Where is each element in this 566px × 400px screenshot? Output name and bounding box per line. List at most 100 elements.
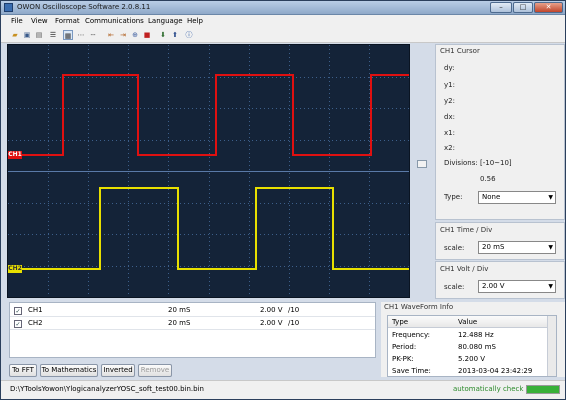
waveform-info-table: Type Value Frequency: 12.488 Hz Period: …	[387, 315, 557, 377]
to-mathematics-button[interactable]: To Mathematics	[40, 364, 98, 377]
vertical-scrollbar[interactable]	[547, 316, 556, 376]
table-header: Type Value	[388, 316, 548, 328]
info-type: PK-PK:	[392, 355, 414, 363]
menu-help[interactable]: Help	[187, 17, 203, 25]
ch2-trace	[20, 187, 409, 270]
x1-label: x1:	[444, 129, 455, 137]
progress-fill	[527, 386, 559, 393]
app-icon	[4, 3, 13, 12]
channel-table: ✓ CH1 20 mS 2.00 V /10 ✓ CH2 20 mS 2.00 …	[9, 302, 376, 358]
volt-scale-label: scale:	[444, 283, 465, 291]
table-row: Period: 80.080 mS	[388, 341, 548, 353]
cursor-left-icon[interactable]: ⇤	[106, 30, 116, 40]
ch1-level-marker[interactable]: CH1	[8, 151, 22, 159]
channel-name: CH1	[28, 306, 43, 314]
close-button[interactable]: ✕	[534, 2, 563, 13]
save-icon[interactable]: ▣	[22, 30, 32, 40]
info-value: 5.200 V	[458, 355, 486, 363]
y1-label: y1:	[444, 81, 455, 89]
window-title: OWON Oscilloscope Software 2.0.8.11	[17, 3, 151, 11]
status-bar: D:\YToolsYowon\YlogicanalyzerYOSC_soft_t…	[1, 380, 565, 399]
time-div-panel: CH1 Time / Div scale: 20 mS ▼	[435, 222, 565, 260]
ch2-level-marker[interactable]: CH2	[8, 265, 22, 273]
channel-time: 20 mS	[168, 306, 191, 314]
time-scale-select[interactable]: 20 mS ▼	[478, 241, 556, 254]
file-path: D:\YToolsYowon\YlogicanalyzerYOSC_soft_t…	[10, 385, 204, 393]
divisions-label: Divisions:	[444, 159, 478, 167]
grid-view-icon[interactable]: ▦	[63, 30, 73, 40]
volt-div-panel: CH1 Volt / Div scale: 2.00 V ▼	[435, 261, 565, 299]
y2-label: y2:	[444, 97, 455, 105]
minimize-button[interactable]: –	[490, 2, 512, 13]
type-label: Type:	[444, 193, 463, 201]
remove-button[interactable]: Remove	[138, 364, 172, 377]
cursor-type-select[interactable]: None ▼	[478, 191, 556, 204]
waveform-info-panel: CH1 WaveForm Info Type Value Frequency: …	[381, 302, 565, 377]
menu-communications[interactable]: Communications	[85, 17, 144, 25]
cursor-panel-title: CH1 Cursor	[440, 47, 480, 55]
help-icon[interactable]: ⓘ	[184, 30, 194, 40]
info-type: Frequency:	[392, 331, 431, 339]
dots-icon[interactable]: ⋯	[76, 30, 86, 40]
time-div-title: CH1 Time / Div	[440, 226, 493, 234]
col-type-header[interactable]: Type	[392, 318, 408, 326]
title-bar[interactable]: OWON Oscilloscope Software 2.0.8.11 – □ …	[1, 1, 565, 15]
info-value: 12.488 Hz	[458, 331, 494, 339]
table-row: Frequency: 12.488 Hz	[388, 329, 548, 341]
waveform-display[interactable]: CH1 CH2	[7, 44, 410, 298]
waveform-svg	[8, 45, 409, 297]
list-view-icon[interactable]: ☰	[48, 30, 58, 40]
time-scale-label: scale:	[444, 244, 465, 252]
time-scale-value: 20 mS	[482, 243, 505, 251]
volt-scale-select[interactable]: 2.00 V ▼	[478, 280, 556, 293]
info-type: Save Time:	[392, 367, 431, 375]
volt-div-title: CH1 Volt / Div	[440, 265, 489, 273]
menu-format[interactable]: Format	[55, 17, 80, 25]
table-row: Save Time: 2013-03-04 23:42:29	[388, 365, 548, 376]
ch1-trace	[20, 74, 409, 156]
chevron-down-icon: ▼	[548, 244, 553, 251]
download-icon[interactable]: ⬇	[158, 30, 168, 40]
channel-volt: 2.00 V	[260, 319, 283, 327]
division-slider-thumb[interactable]	[417, 160, 427, 168]
ch1-checkbox[interactable]: ✓	[14, 307, 22, 315]
x2-label: x2:	[444, 144, 455, 152]
menu-language[interactable]: Language	[148, 17, 183, 25]
channel-div: /10	[288, 319, 300, 327]
toolbar: ▰ ▣ ▤ ☰ ▦ ⋯ -‑ ⇤ ⇥ ⊕ ■ ⬇ ⬆ ⓘ	[1, 28, 565, 43]
info-type: Period:	[392, 343, 417, 351]
cursor-type-value: None	[482, 193, 501, 201]
table-row: PK-PK: 5.200 V	[388, 353, 548, 365]
print-icon[interactable]: ▤	[34, 30, 44, 40]
col-value-header[interactable]: Value	[458, 318, 477, 326]
chevron-down-icon: ▼	[548, 283, 553, 290]
dy-label: dy:	[444, 64, 455, 72]
usb-progress-bar	[526, 385, 560, 394]
dashes-icon[interactable]: -‑	[88, 30, 98, 40]
channel-time: 20 mS	[168, 319, 191, 327]
info-value: 2013-03-04 23:42:29	[458, 367, 533, 375]
divisions-value: 0.56	[480, 175, 496, 183]
cursor-panel: CH1 Cursor dy: y1: y2: dx: x1: x2: Divis…	[435, 44, 565, 220]
table-row[interactable]: ✓ CH2 20 mS 2.00 V /10	[10, 318, 375, 330]
cursor-right-icon[interactable]: ⇥	[118, 30, 128, 40]
waveform-info-title: CH1 WaveForm Info	[384, 303, 454, 311]
splitter[interactable]	[411, 44, 435, 300]
menu-bar: File View Format Communications Language…	[1, 15, 565, 28]
stop-icon[interactable]: ■	[142, 30, 152, 40]
zoom-icon[interactable]: ⊕	[130, 30, 140, 40]
inverted-button[interactable]: Inverted	[101, 364, 135, 377]
info-value: 80.080 mS	[458, 343, 496, 351]
dx-label: dx:	[444, 113, 455, 121]
table-row[interactable]: ✓ CH1 20 mS 2.00 V /10	[10, 305, 375, 317]
app-window: OWON Oscilloscope Software 2.0.8.11 – □ …	[0, 0, 566, 400]
ch2-checkbox[interactable]: ✓	[14, 320, 22, 328]
channel-div: /10	[288, 306, 300, 314]
menu-view[interactable]: View	[31, 17, 48, 25]
channel-name: CH2	[28, 319, 43, 327]
maximize-button[interactable]: □	[513, 2, 533, 13]
open-folder-icon[interactable]: ▰	[10, 30, 20, 40]
to-fft-button[interactable]: To FFT	[9, 364, 37, 377]
upload-icon[interactable]: ⬆	[170, 30, 180, 40]
menu-file[interactable]: File	[11, 17, 23, 25]
